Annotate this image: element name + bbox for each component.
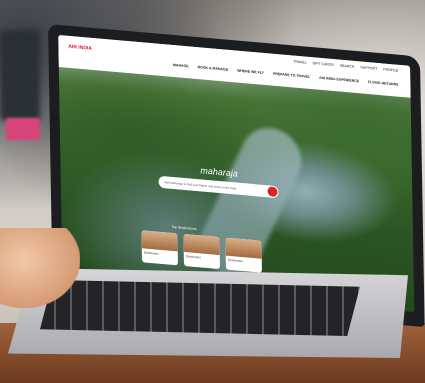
- nav-item[interactable]: FLYING RETURNS: [368, 80, 398, 87]
- top-links: TRAVEL GIFT CARDS SEARCH SUPPORT PROFILE: [293, 59, 398, 72]
- cards-title: Top destinations: [171, 224, 197, 232]
- destination-card[interactable]: Destination: [225, 237, 262, 273]
- background-shelf: [0, 30, 40, 120]
- top-link[interactable]: SEARCH: [340, 64, 355, 69]
- background-pink-object: [6, 118, 40, 140]
- nav-item[interactable]: AIR INDIA EXPERIENCE: [319, 76, 359, 84]
- nav-item[interactable]: MANAGE: [173, 63, 189, 68]
- destination-card[interactable]: Destination: [183, 233, 220, 270]
- top-link[interactable]: TRAVEL: [293, 59, 306, 64]
- nav-item[interactable]: WHERE WE FLY: [237, 69, 264, 75]
- top-link[interactable]: GIFT CARDS: [313, 61, 334, 67]
- destination-card[interactable]: Destination: [141, 230, 178, 266]
- search-placeholder: Ask Maharaja to find your flights and bo…: [164, 180, 237, 191]
- nav-item[interactable]: BOOK & MANAGE: [198, 65, 229, 72]
- hand: [0, 228, 80, 308]
- nav-item[interactable]: PREPARE TO TRAVEL: [273, 72, 310, 79]
- site-logo[interactable]: AIR INDIA: [68, 44, 92, 52]
- keyboard: [40, 280, 360, 336]
- top-link[interactable]: PROFILE: [383, 67, 398, 72]
- brand-mark: maharaja: [200, 165, 238, 179]
- top-link[interactable]: SUPPORT: [360, 65, 377, 70]
- search-button[interactable]: [267, 186, 278, 198]
